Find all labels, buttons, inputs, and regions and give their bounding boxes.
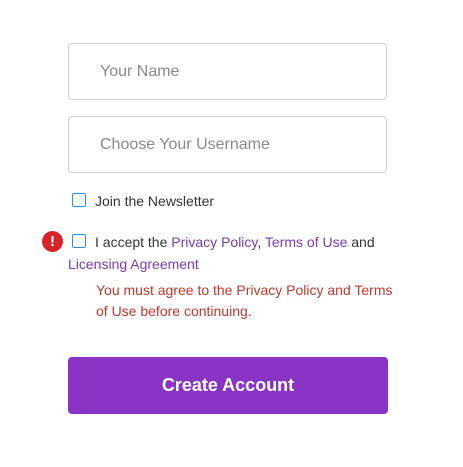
- exclamation-circle-icon: !: [42, 231, 63, 252]
- name-input[interactable]: [68, 43, 387, 100]
- licensing-agreement-link[interactable]: Licensing Agreement: [68, 256, 199, 272]
- terms-of-use-link[interactable]: Terms of Use: [265, 234, 347, 250]
- terms-error-message: You must agree to the Privacy Policy and…: [96, 282, 393, 319]
- terms-prefix-text: I accept the: [95, 234, 172, 250]
- terms-checkbox[interactable]: [72, 234, 86, 248]
- username-input[interactable]: [68, 116, 387, 173]
- terms-and-text: and: [347, 234, 375, 250]
- create-account-button[interactable]: Create Account: [68, 357, 388, 414]
- terms-comma-text: ,: [257, 234, 265, 250]
- terms-label-line1: I accept the Privacy Policy, Terms of Us…: [95, 234, 375, 250]
- signup-form: Join the Newsletter ! I accept the Priva…: [0, 0, 463, 467]
- privacy-policy-link[interactable]: Privacy Policy: [171, 234, 257, 250]
- newsletter-checkbox[interactable]: [72, 193, 86, 207]
- newsletter-label[interactable]: Join the Newsletter: [95, 193, 214, 209]
